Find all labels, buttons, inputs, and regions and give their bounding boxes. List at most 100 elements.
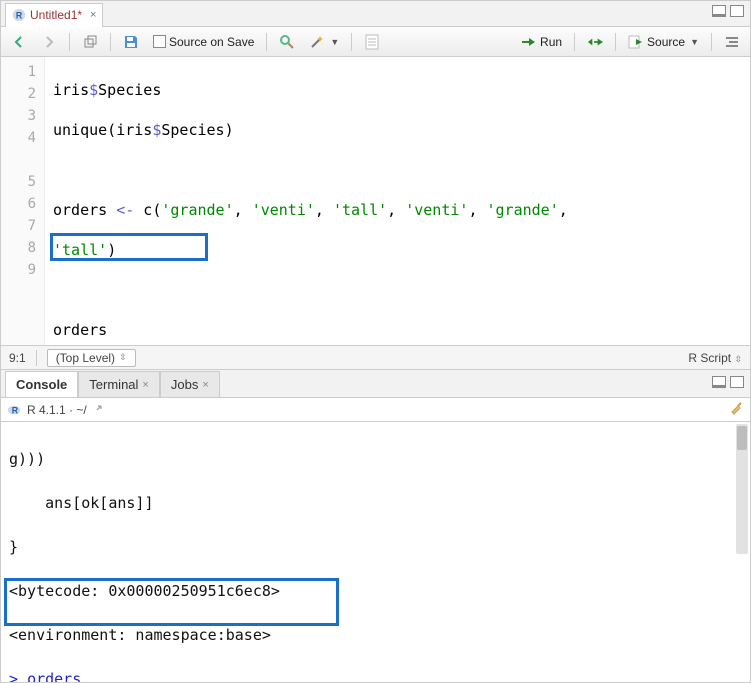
minimize-pane-icon[interactable] <box>712 5 726 17</box>
console-header: R R 4.1.1 · ~/ <box>1 398 750 422</box>
line-number: 1 <box>5 61 36 83</box>
line-number: 9 <box>5 259 36 281</box>
popout-icon <box>82 34 98 50</box>
console-line: <environment: namespace:base> <box>9 624 742 646</box>
arrow-right-icon <box>41 34 57 50</box>
editor-tab[interactable]: R Untitled1* × <box>5 3 103 27</box>
code-token: <- <box>116 201 134 219</box>
tab-label: Jobs <box>171 377 198 392</box>
r-version-label: R 4.1.1 · ~/ <box>27 403 87 417</box>
close-icon[interactable]: × <box>142 379 148 391</box>
pane-window-controls <box>712 5 744 17</box>
tab-jobs[interactable]: Jobs × <box>160 371 220 397</box>
code-token: 'grande' <box>161 201 233 219</box>
source-label: Source <box>647 35 685 49</box>
line-number: 2 <box>5 83 36 105</box>
back-button[interactable] <box>7 32 31 52</box>
language-label: R Script <box>688 351 731 365</box>
tab-label: Terminal <box>89 377 138 392</box>
code-token: 'venti' <box>252 201 315 219</box>
code-token: 'venti' <box>405 201 468 219</box>
source-icon <box>628 34 644 50</box>
code-content[interactable]: iris$Species unique(iris$Species) orders… <box>45 57 750 345</box>
source-on-save-checkbox[interactable]: Source on Save <box>149 33 258 51</box>
code-token: unique(iris <box>53 121 152 139</box>
scope-selector[interactable]: (Top Level) ⇳ <box>47 349 136 367</box>
code-token: iris <box>53 81 89 99</box>
code-token: , <box>559 201 568 219</box>
pane-window-controls <box>712 376 744 388</box>
code-token: , <box>315 201 333 219</box>
run-icon <box>521 34 537 50</box>
console-line: g))) <box>9 448 742 470</box>
vertical-scrollbar[interactable] <box>736 424 748 554</box>
updown-icon: ⇳ <box>734 354 742 364</box>
rerun-icon <box>587 34 603 50</box>
line-number: 3 <box>5 105 36 127</box>
code-editor[interactable]: 1 2 3 4 5 6 7 8 9 iris$Species unique(ir… <box>1 57 750 345</box>
code-token: 'grande' <box>487 201 559 219</box>
code-token: , <box>468 201 486 219</box>
console-prompt: > <box>9 670 27 682</box>
wand-icon <box>309 34 325 50</box>
tab-terminal[interactable]: Terminal × <box>78 371 160 397</box>
editor-status-bar: 9:1 (Top Level) ⇳ R Script ⇳ <box>1 345 750 369</box>
save-icon <box>123 34 139 50</box>
line-number: 5 <box>5 171 36 193</box>
code-token: , <box>387 201 405 219</box>
report-icon <box>364 34 380 50</box>
forward-button[interactable] <box>37 32 61 52</box>
line-number: 8 <box>5 237 36 259</box>
line-number: 4 <box>5 127 36 149</box>
cursor-position: 9:1 <box>9 351 26 365</box>
language-mode[interactable]: R Script ⇳ <box>688 351 742 365</box>
code-token: ) <box>107 241 116 259</box>
line-number <box>5 149 36 171</box>
close-icon[interactable]: × <box>202 379 208 391</box>
console-tab-bar: Console Terminal × Jobs × <box>1 370 750 398</box>
code-tools-button[interactable]: ▼ <box>305 32 343 52</box>
outline-button[interactable] <box>720 32 744 52</box>
checkbox-icon <box>153 35 166 48</box>
updown-icon: ⇳ <box>119 352 127 363</box>
r-file-icon: R <box>12 8 26 22</box>
run-button[interactable]: Run <box>517 32 566 52</box>
source-button[interactable]: Source ▼ <box>624 32 703 52</box>
show-in-new-window-button[interactable] <box>78 32 102 52</box>
code-token: orders <box>53 321 107 339</box>
editor-toolbar: Source on Save ▼ Run Source ▼ <box>1 27 750 57</box>
find-button[interactable] <box>275 32 299 52</box>
scrollbar-thumb[interactable] <box>737 426 747 450</box>
minimize-pane-icon[interactable] <box>712 376 726 388</box>
save-button[interactable] <box>119 32 143 52</box>
close-icon[interactable]: × <box>90 9 96 21</box>
clear-console-icon[interactable] <box>728 400 744 419</box>
tab-console[interactable]: Console <box>5 371 78 397</box>
console-input: orders <box>27 670 81 682</box>
tab-label: Console <box>16 377 67 392</box>
rerun-button[interactable] <box>583 32 607 52</box>
line-number: 6 <box>5 193 36 215</box>
code-token: Species) <box>161 121 233 139</box>
code-token: , <box>234 201 252 219</box>
report-button[interactable] <box>360 32 384 52</box>
svg-text:R: R <box>12 405 19 415</box>
popout-icon[interactable] <box>93 402 109 418</box>
editor-tab-bar: R Untitled1* × <box>1 1 750 27</box>
code-token: orders <box>53 201 116 219</box>
console-line: ans[ok[ans]] <box>9 492 742 514</box>
editor-tab-title: Untitled1* <box>30 8 82 22</box>
svg-text:R: R <box>16 11 23 21</box>
source-on-save-label: Source on Save <box>169 35 254 49</box>
r-logo-icon: R <box>7 403 21 417</box>
maximize-pane-icon[interactable] <box>730 5 744 17</box>
maximize-pane-icon[interactable] <box>730 376 744 388</box>
code-token: $ <box>89 81 98 99</box>
search-icon <box>279 34 295 50</box>
line-gutter: 1 2 3 4 5 6 7 8 9 <box>1 57 45 345</box>
code-token: 'tall' <box>333 201 387 219</box>
console-pane: Console Terminal × Jobs × R R 4.1.1 · ~/ g… <box>1 370 750 682</box>
code-token: 'tall' <box>53 241 107 259</box>
console-output[interactable]: g))) ans[ok[ans]] } <bytecode: 0x0000025… <box>1 422 750 682</box>
code-token: Species <box>98 81 161 99</box>
